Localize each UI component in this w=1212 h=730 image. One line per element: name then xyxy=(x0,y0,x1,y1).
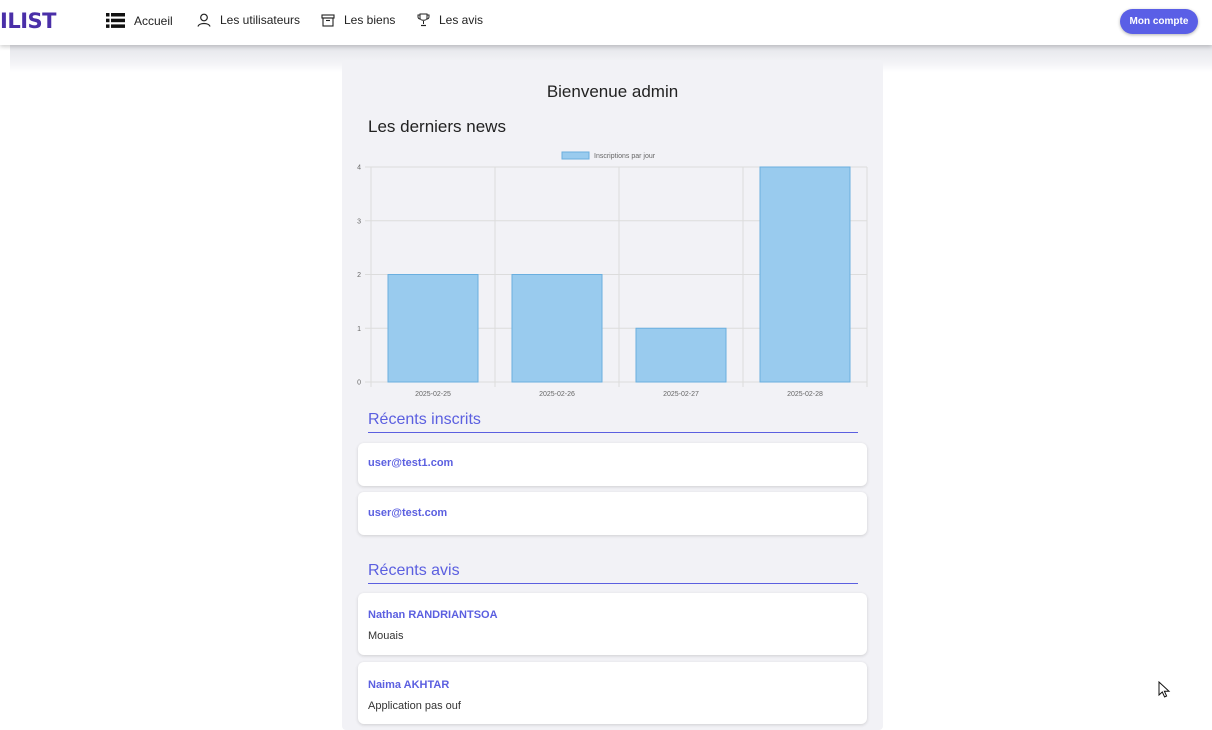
trophy-icon xyxy=(417,13,430,27)
y-tick-label: 1 xyxy=(357,326,361,333)
registrations-bar-chart: 0 1 2 3 4 2025-02-25 2025-02-26 2025-02-27 2025-… xyxy=(357,151,868,398)
nav-item-label: Les avis xyxy=(439,13,484,27)
review-author: Naima AKHTAR xyxy=(368,679,450,691)
review-text: Mouais xyxy=(368,630,404,642)
review-text: Application pas ouf xyxy=(368,700,461,712)
x-tick-label: 2025-02-25 xyxy=(415,391,451,398)
y-tick-label: 4 xyxy=(357,165,361,172)
news-title: Les derniers news xyxy=(368,117,506,136)
y-tick-label: 2 xyxy=(357,272,361,279)
y-tick-label: 0 xyxy=(357,380,361,387)
nav-item-utilisateurs[interactable]: Les utilisateurs xyxy=(197,13,300,27)
recent-review-card[interactable]: Naima AKHTAR Application pas ouf xyxy=(358,662,867,724)
user-email: user@test1.com xyxy=(368,457,454,469)
bar xyxy=(387,274,479,383)
account-button[interactable]: Mon compte xyxy=(1120,9,1198,34)
bar xyxy=(511,274,603,383)
nav-item-label: Accueil xyxy=(134,13,173,28)
recent-user-card[interactable]: user@test.com xyxy=(358,492,867,535)
y-tick-label: 3 xyxy=(357,218,361,225)
list-icon xyxy=(106,13,125,28)
bar xyxy=(635,327,727,383)
x-tick-label: 2025-02-26 xyxy=(539,391,575,398)
recent-user-card[interactable]: user@test1.com xyxy=(358,443,867,486)
recent-review-card[interactable]: Nathan RANDRIANTSOA Mouais xyxy=(358,593,867,655)
legend-swatch xyxy=(561,151,590,160)
app-logo[interactable]: ILIST xyxy=(0,9,56,33)
mouse-pointer-icon xyxy=(1158,680,1171,703)
welcome-title: Bienvenue admin xyxy=(546,82,679,101)
recent-reviews-title: Récents avis xyxy=(368,562,858,584)
top-navbar: ILIST Accueil Les utilisateurs Les biens… xyxy=(0,0,1212,45)
x-tick-label: 2025-02-27 xyxy=(663,391,699,398)
x-tick-label: 2025-02-28 xyxy=(787,391,823,398)
recent-users-title: Récents inscrits xyxy=(368,411,858,433)
nav-item-label: Les biens xyxy=(344,13,396,27)
archive-icon xyxy=(321,13,335,27)
legend-label: Inscriptions par jour xyxy=(594,153,656,160)
nav-item-label: Les utilisateurs xyxy=(220,13,301,27)
nav-item-avis[interactable]: Les avis xyxy=(417,13,483,27)
user-icon xyxy=(197,13,211,27)
dashboard-panel: Bienvenue admin Les derniers news 0 1 2 3 4 2… xyxy=(342,60,883,730)
nav-item-accueil[interactable]: Accueil xyxy=(106,13,173,28)
user-email: user@test.com xyxy=(368,507,448,519)
bar xyxy=(759,166,851,383)
nav-item-biens[interactable]: Les biens xyxy=(321,13,395,27)
review-author: Nathan RANDRIANTSOA xyxy=(368,609,498,621)
